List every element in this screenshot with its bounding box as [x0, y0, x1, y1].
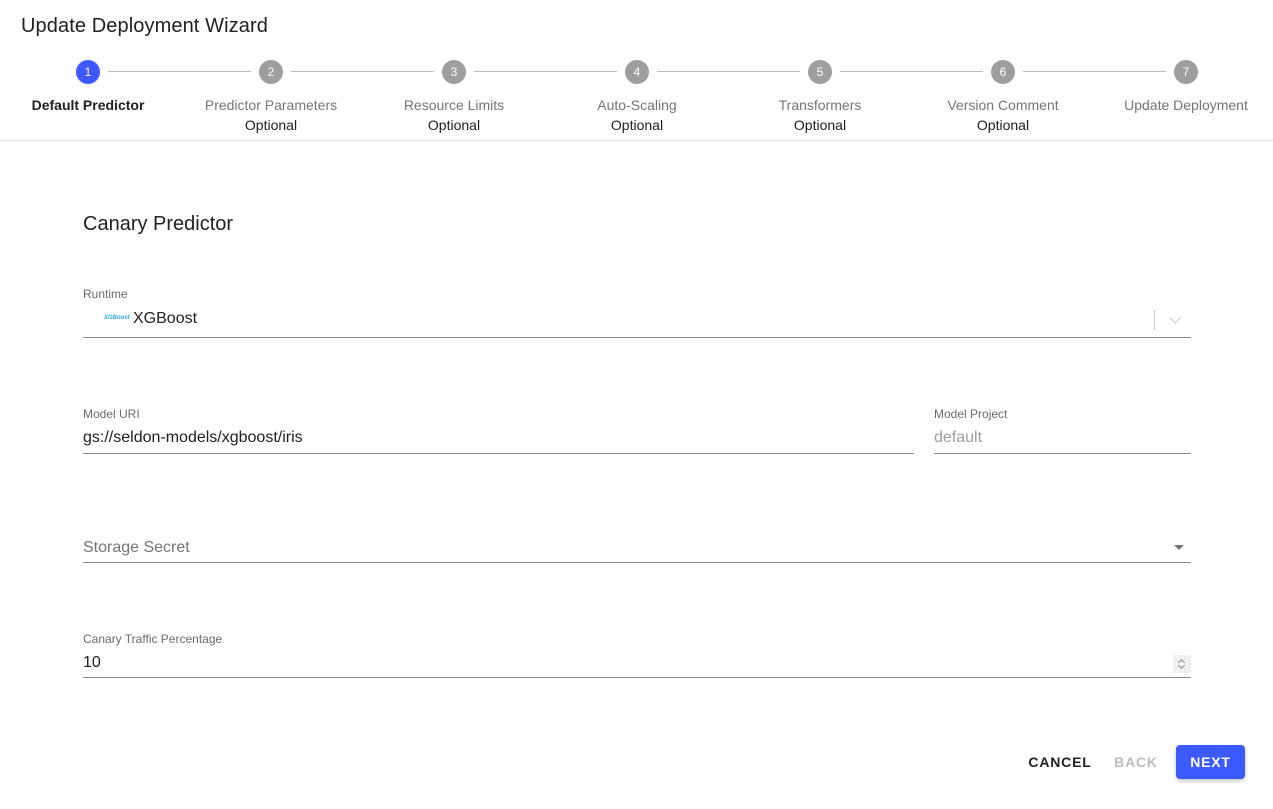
runtime-label: Runtime — [83, 287, 128, 301]
runtime-value: XGBoost — [133, 310, 198, 327]
step-optional-label: Optional — [427, 117, 481, 133]
step-number-badge: 4 — [625, 60, 649, 84]
step-number-badge: 5 — [808, 60, 832, 84]
step-optional-label: Optional — [244, 117, 298, 133]
storage-secret-select[interactable]: Storage Secret — [83, 535, 1191, 563]
step-default-predictor[interactable]: 1 Default Predictor — [0, 58, 178, 114]
step-label: Transformers — [778, 97, 862, 113]
step-optional-label: Optional — [976, 117, 1030, 133]
canary-traffic-label: Canary Traffic Percentage — [83, 632, 223, 646]
step-resource-limits[interactable]: 3 Resource Limits Optional — [364, 58, 544, 134]
next-button[interactable]: NEXT — [1176, 745, 1245, 779]
step-label: Predictor Parameters — [204, 97, 338, 113]
chevron-down-icon[interactable] — [1169, 312, 1181, 324]
step-number-badge: 3 — [442, 60, 466, 84]
xgboost-logo-icon: XGBoost — [104, 315, 130, 321]
step-label: Resource Limits — [403, 97, 505, 113]
storage-secret-placeholder: Storage Secret — [83, 539, 190, 556]
step-version-comment[interactable]: 6 Version Comment Optional — [913, 58, 1093, 134]
step-optional-label: Optional — [793, 117, 847, 133]
model-uri-input[interactable]: gs://seldon-models/xgboost/iris — [83, 426, 914, 454]
number-spinner[interactable] — [1173, 655, 1191, 673]
step-number-badge: 6 — [991, 60, 1015, 84]
step-auto-scaling[interactable]: 4 Auto-Scaling Optional — [547, 58, 727, 134]
section-title: Canary Predictor — [83, 213, 234, 235]
wizard-stepper: 1 Default Predictor 2 Predictor Paramete… — [0, 58, 1273, 141]
canary-traffic-input[interactable]: 10 — [83, 651, 1191, 678]
step-predictor-parameters[interactable]: 2 Predictor Parameters Optional — [181, 58, 361, 134]
model-uri-label: Model URI — [83, 407, 140, 421]
step-transformers[interactable]: 5 Transformers Optional — [730, 58, 910, 134]
select-separator — [1154, 310, 1155, 330]
dropdown-arrow-icon[interactable] — [1174, 545, 1184, 550]
step-label: Update Deployment — [1124, 97, 1248, 113]
step-optional-label: Optional — [610, 117, 664, 133]
step-number-badge: 1 — [76, 60, 100, 84]
runtime-select[interactable]: XGBoost XGBoost — [83, 306, 1191, 338]
step-label: Version Comment — [947, 97, 1059, 113]
model-project-input[interactable]: default — [934, 426, 1191, 454]
step-number-badge: 2 — [259, 60, 283, 84]
step-label: Default Predictor — [31, 97, 145, 113]
back-button[interactable]: BACK — [1108, 745, 1164, 779]
step-label: Auto-Scaling — [597, 97, 677, 113]
model-uri-value: gs://seldon-models/xgboost/iris — [83, 429, 303, 446]
page-title: Update Deployment Wizard — [21, 15, 268, 37]
canary-traffic-value: 10 — [83, 654, 101, 671]
model-project-label: Model Project — [934, 407, 1008, 421]
step-update-deployment[interactable]: 7 Update Deployment — [1096, 58, 1273, 114]
step-number-badge: 7 — [1174, 60, 1198, 84]
cancel-button[interactable]: CANCEL — [1022, 745, 1098, 779]
model-project-placeholder: default — [934, 429, 983, 446]
